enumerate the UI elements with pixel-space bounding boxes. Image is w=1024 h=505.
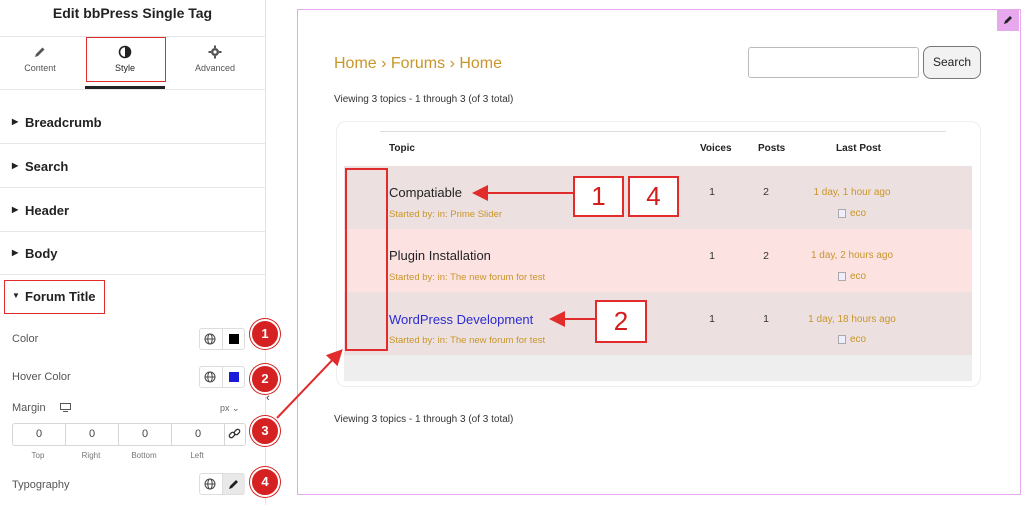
color-swatch [229,334,239,344]
topic-meta: Started by: in: The new forum for test [389,272,546,283]
col-header-topic: Topic [389,143,415,154]
step-badge-2: 2 [250,364,280,394]
topic-meta: Started by: in: The new forum for test [389,335,546,346]
posts-count: 2 [763,250,769,262]
panel-title: Edit bbPress Single Tag [52,5,213,21]
margin-unit: px [220,403,230,413]
search-input[interactable] [748,47,919,78]
hover-color-control [199,366,245,388]
hover-color-swatch-button[interactable] [223,367,245,387]
desktop-icon[interactable] [60,403,71,412]
callout-box-2: 2 [595,300,647,343]
link-values-button[interactable] [225,424,245,445]
avatar [838,272,846,281]
topic-meta: Started by: in: Prime Slider [389,209,502,220]
editor-panel: Edit bbPress Single Tag Content Style Ad… [0,0,280,505]
edit-widget-button[interactable] [997,9,1019,31]
section-label: Body [25,246,58,261]
step-badge-3: 3 [250,416,280,446]
posts-count: 2 [763,186,769,198]
gear-icon [208,45,222,59]
pencil-icon [35,47,45,57]
caret-right-icon: ▶ [12,248,19,257]
avatar [838,335,846,344]
pencil-icon [1004,16,1012,24]
margin-top-input[interactable]: 0 [13,424,66,445]
col-header-last-post: Last Post [836,143,882,154]
margin-right-input[interactable]: 0 [66,424,119,445]
typography-control [199,473,245,495]
last-post-link[interactable]: 1 day, 18 hours ago [782,314,922,325]
typography-label: Typography [12,479,70,491]
topic-title-link-hovered[interactable]: WordPress Development [389,312,533,327]
hover-color-label: Hover Color [12,371,71,383]
author-link[interactable]: eco [850,208,866,219]
margin-unit-select[interactable]: px ⌄ [220,403,240,414]
author-link[interactable]: eco [850,271,866,282]
caret-right-icon: ▶ [12,161,19,170]
caret-right-icon: ▶ [12,205,19,214]
style-tab-highlight [86,37,166,82]
search-button[interactable]: Search [923,46,981,79]
pencil-icon [229,480,238,489]
topic-title-link[interactable]: Plugin Installation [389,248,491,263]
hover-color-swatch [229,372,239,382]
section-header[interactable]: ▶ Header [0,189,265,232]
voices-count: 1 [709,250,715,262]
active-tab-indicator [85,86,165,89]
tab-content-label: Content [24,63,56,73]
margin-caption-right: Right [81,451,101,460]
section-label: Search [25,159,69,174]
section-label: Header [25,203,70,218]
globe-icon[interactable] [200,367,223,387]
margin-label: Margin [12,402,46,414]
last-post-link[interactable]: 1 day, 2 hours ago [782,250,922,261]
table-footer [344,355,972,381]
col-header-posts: Posts [758,143,786,154]
breadcrumb[interactable]: Home › Forums › Home [334,55,502,73]
voices-count: 1 [709,186,715,198]
pagination-count-bottom: Viewing 3 topics - 1 through 3 (of 3 tot… [334,414,514,425]
color-swatch-button[interactable] [223,329,245,349]
chevron-down-icon: ⌄ [232,403,240,413]
avatar [838,209,846,218]
section-body[interactable]: ▶ Body [0,232,265,275]
margin-left-input[interactable]: 0 [172,424,225,445]
callout-box-1: 1 [573,176,624,217]
header-divider [380,131,946,132]
posts-count: 1 [763,313,769,325]
margin-caption-top: Top [31,451,45,460]
link-icon [228,428,241,439]
tab-advanced[interactable]: Advanced [175,37,255,87]
step-badge-1: 1 [250,319,280,349]
voices-count: 1 [709,313,715,325]
margin-highlight-box [345,168,388,351]
color-label: Color [12,333,39,345]
globe-icon[interactable] [200,329,223,349]
margin-caption-bottom: Bottom [131,451,157,460]
callout-box-4: 4 [628,176,679,217]
globe-icon[interactable] [200,474,223,494]
last-post-link[interactable]: 1 day, 1 hour ago [782,187,922,198]
tab-advanced-label: Advanced [194,63,236,73]
pagination-count-top: Viewing 3 topics - 1 through 3 (of 3 tot… [334,94,514,105]
step-badge-4: 4 [250,467,280,497]
section-breadcrumb[interactable]: ▶ Breadcrumb [0,101,265,144]
margin-inputs: 0 0 0 0 [12,423,246,446]
tab-content[interactable]: Content [0,37,80,87]
col-header-voices: Voices [700,143,732,154]
collapse-panel-icon[interactable]: ‹ [266,392,270,404]
topic-title-link[interactable]: Compatiable [389,185,462,200]
margin-caption-left: Left [190,451,204,460]
caret-right-icon: ▶ [12,117,19,126]
section-label: Breadcrumb [25,115,102,130]
section-search[interactable]: ▶ Search [0,145,265,188]
author-link[interactable]: eco [850,334,866,345]
forum-title-highlight [4,280,105,314]
color-control [199,328,245,350]
margin-bottom-input[interactable]: 0 [119,424,172,445]
typography-edit-button[interactable] [223,474,245,494]
